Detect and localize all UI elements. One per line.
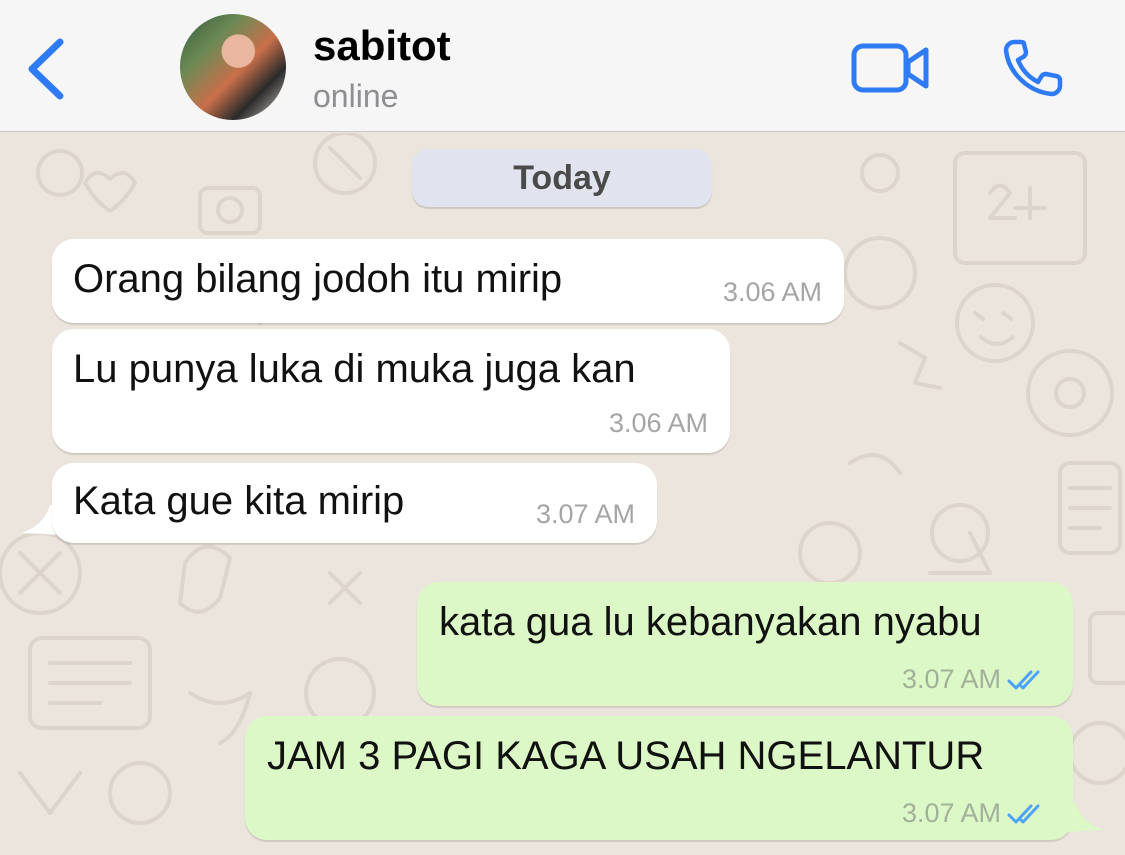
message-text: JAM 3 PAGI KAGA USAH NGELANTUR <box>267 734 985 778</box>
message-bubble-incoming[interactable]: Orang bilang jodoh itu mirip 3.06 AM <box>52 239 844 323</box>
message-timestamp: 3.06 AM <box>608 408 708 438</box>
video-camera-icon <box>851 43 929 93</box>
message-text: Lu punya luka di muka juga kan <box>73 347 636 391</box>
date-separator: Today <box>412 149 712 207</box>
voice-call-button[interactable] <box>1000 36 1068 98</box>
message-text: Orang bilang jodoh itu mirip <box>73 257 563 301</box>
message-timestamp: 3.07 AM <box>901 798 1001 828</box>
bubble-tail-outgoing <box>1063 802 1103 832</box>
message-timestamp: 3.07 AM <box>901 664 1001 694</box>
message-text: kata gua lu kebanyakan nyabu <box>439 600 982 644</box>
chat-area[interactable]: Today Orang bilang jodoh itu mirip 3.06 … <box>0 133 1125 855</box>
message-timestamp: 3.06 AM <box>722 277 822 307</box>
back-button[interactable] <box>22 34 72 104</box>
message-bubble-outgoing[interactable]: kata gua lu kebanyakan nyabu 3.07 AM <box>417 582 1073 706</box>
message-text: Kata gue kita mirip <box>73 479 405 523</box>
read-receipt-icon <box>1007 804 1040 824</box>
contact-status: online <box>313 78 399 114</box>
message-timestamp: 3.07 AM <box>535 499 635 529</box>
contact-name[interactable]: sabitot <box>313 22 451 70</box>
chat-header: sabitot online <box>0 0 1125 132</box>
chevron-left-icon <box>28 38 64 100</box>
phone-icon <box>1003 39 1063 97</box>
video-call-button[interactable] <box>850 40 932 96</box>
message-bubble-incoming[interactable]: Kata gue kita mirip 3.07 AM <box>52 463 657 543</box>
message-bubble-incoming[interactable]: Lu punya luka di muka juga kan 3.06 AM <box>52 329 730 453</box>
avatar[interactable] <box>180 14 286 120</box>
read-receipt-icon <box>1007 670 1040 690</box>
message-bubble-outgoing[interactable]: JAM 3 PAGI KAGA USAH NGELANTUR 3.07 AM <box>245 716 1073 840</box>
